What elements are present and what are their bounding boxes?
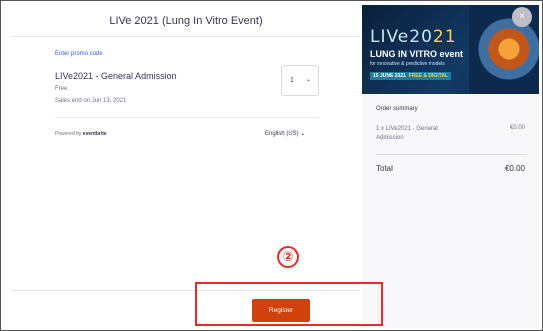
ticket-sales-end: Sales end on Jun 13, 2021 [55,98,127,104]
banner-tagline: for innovative & predictive models [370,61,445,67]
banner-date-strip: 15 JUNE 2021 FREE & DIGITAL [370,72,451,80]
title-divider [12,36,360,37]
annotation-step-number: ② [277,246,299,268]
eventbrite-logo: eventbrite [82,131,107,137]
banner-title-year: 21 [432,27,457,47]
language-select[interactable]: English (US) ⌄ [265,130,305,137]
ticket-panel: LIVe 2021 (Lung In Vitro Event) Enter pr… [12,5,360,328]
ticket-divider [55,117,319,118]
order-line-price: €0.00 [509,125,525,131]
promo-code-link[interactable]: Enter promo code [55,51,103,57]
powered-by-prefix: Powered by [55,131,82,137]
order-summary-heading: Order summary [376,106,418,112]
order-summary-panel: LIVe2021 LUNG IN VITRO event for innovat… [362,5,539,328]
chevron-down-icon: ⌄ [300,131,306,137]
banner-date: 15 JUNE 2021 [373,73,406,79]
ticket-price: Free [55,86,68,92]
checkout-modal: LIVe 2021 (Lung In Vitro Event) Enter pr… [0,0,543,331]
annotation-highlight-box [195,282,383,326]
order-divider [376,154,525,155]
banner-free-digital: FREE & DIGITAL [408,73,448,79]
quantity-select[interactable]: 1 ⌄ [281,65,319,96]
ticket-name: LIVe2021 - General Admission [55,71,177,81]
order-total-value: €0.00 [504,164,525,173]
order-total-label: Total [376,164,393,173]
banner-title-main: LIVe20 [370,27,433,47]
close-icon[interactable]: × [512,7,532,27]
banner-subtitle: LUNG IN VITRO event [370,49,464,59]
banner-title: LIVe2021 [370,27,457,47]
modal-title: LIVe 2021 (Lung In Vitro Event) [109,15,263,27]
chevron-down-icon: ⌄ [306,77,312,83]
powered-by[interactable]: Powered by eventbrite [55,131,107,137]
order-line-item: 1 x LIVe2021 - General Admission [376,126,438,141]
language-label: English (US) [265,131,299,137]
quantity-value: 1 [290,77,294,84]
